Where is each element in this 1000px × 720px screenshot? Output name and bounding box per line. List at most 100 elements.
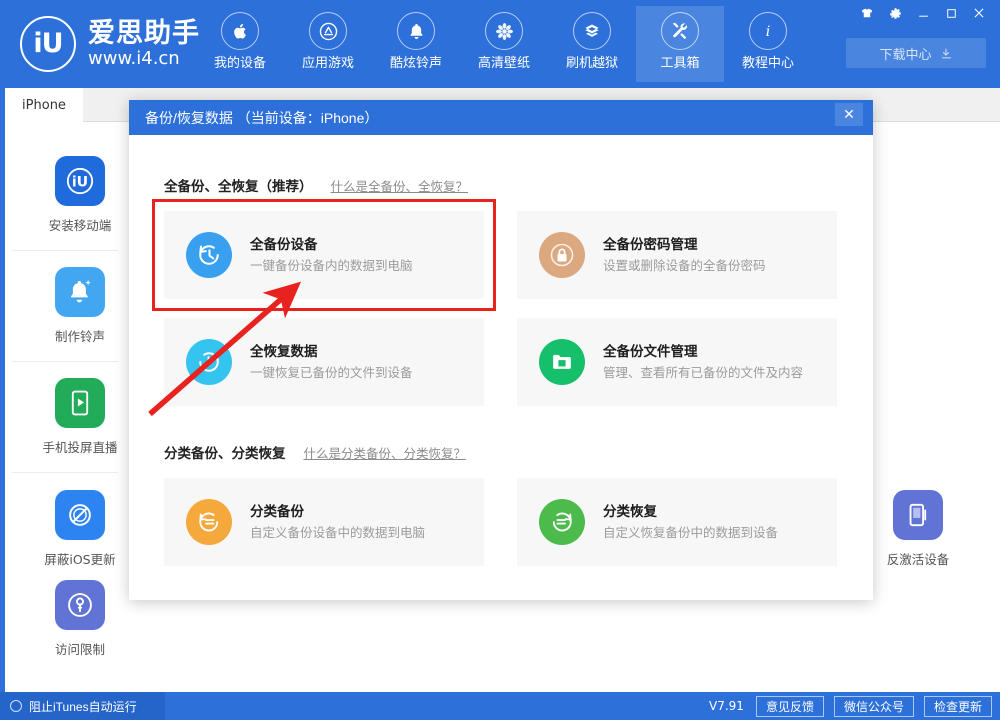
card-text: 全备份设备 一键备份设备内的数据到电脑 xyxy=(250,235,413,276)
sidebar-item-screen-cast[interactable]: 手机投屏直播 xyxy=(20,378,140,456)
sidebar-item-block-ios-update[interactable]: 屏蔽iOS更新 xyxy=(20,490,140,568)
appstore-icon xyxy=(309,12,347,50)
divider xyxy=(12,472,118,473)
wechat-button[interactable]: 微信公众号 xyxy=(834,696,914,717)
card-subtitle: 一键备份设备内的数据到电脑 xyxy=(250,257,413,276)
card-category-backup[interactable]: 分类备份 自定义备份设备中的数据到电脑 xyxy=(164,478,484,566)
card-text: 全备份密码管理 设置或删除设备的全备份密码 xyxy=(603,235,766,276)
sidebar-item-access-restriction[interactable]: 访问限制 xyxy=(20,580,140,658)
nav-item-my-device[interactable]: 我的设备 xyxy=(196,6,284,82)
gear-icon[interactable] xyxy=(882,2,908,24)
nav-item-apps-games[interactable]: 应用游戏 xyxy=(284,6,372,82)
lock-icon xyxy=(539,232,585,278)
feedback-button[interactable]: 意见反馈 xyxy=(756,696,824,717)
block-update-icon xyxy=(55,490,105,540)
brand-name: 爱思助手 xyxy=(88,18,200,48)
check-update-button[interactable]: 检查更新 xyxy=(924,696,992,717)
nav-item-wallpapers[interactable]: 高清壁纸 xyxy=(460,6,548,82)
card-subtitle: 自定义恢复备份中的数据到设备 xyxy=(603,524,778,543)
dialog-title-text: 备份/恢复数据 （当前设备：iPhone） xyxy=(145,108,378,128)
nav-item-flash-jailbreak[interactable]: 刷机越狱 xyxy=(548,6,636,82)
logo-mark-icon: iU xyxy=(20,16,76,72)
sidebar-item-install-mobile[interactable]: iU 安装移动端 xyxy=(20,156,140,234)
section-header-full-backup: 全备份、全恢复（推荐） 什么是全备份、全恢复？ xyxy=(164,175,838,195)
svg-text:iU: iU xyxy=(72,175,88,191)
block-itunes-label: 阻止iTunes自动运行 xyxy=(29,698,137,715)
panel-item-deactivate-device[interactable]: 反激活设备 xyxy=(858,490,978,568)
window-controls xyxy=(854,2,992,24)
brand-url: www.i4.cn xyxy=(88,48,200,70)
section-header-category-backup: 分类备份、分类恢复 什么是分类备份、分类恢复？ xyxy=(164,442,838,462)
section-title: 全备份、全恢复（推荐） xyxy=(164,175,313,195)
nav-label: 教程中心 xyxy=(742,55,794,71)
minimize-button[interactable] xyxy=(910,2,936,24)
section-help-link[interactable]: 什么是全备份、全恢复？ xyxy=(331,176,469,195)
close-button[interactable] xyxy=(966,2,992,24)
card-row-1: 全备份设备 一键备份设备内的数据到电脑 xyxy=(164,211,838,299)
card-subtitle: 一键恢复已备份的文件到设备 xyxy=(250,364,413,383)
nav-label: 应用游戏 xyxy=(302,55,354,71)
download-center-button[interactable]: 下载中心 xyxy=(846,38,986,68)
i4-app-icon: iU xyxy=(55,156,105,206)
box-icon xyxy=(573,12,611,50)
card-subtitle: 设置或删除设备的全备份密码 xyxy=(603,257,766,276)
app-header: iU 爱思助手 www.i4.cn 我的设备 xyxy=(0,0,1000,88)
divider xyxy=(12,250,118,251)
dialog-close-icon[interactable]: ✕ xyxy=(835,103,863,126)
card-text: 全恢复数据 一键恢复已备份的文件到设备 xyxy=(250,342,413,383)
card-row-2: 全恢复数据 一键恢复已备份的文件到设备 全备份文件管理 xyxy=(164,318,838,406)
sidebar-item-label: 安装移动端 xyxy=(49,215,112,234)
category-restore-icon xyxy=(539,499,585,545)
download-icon xyxy=(940,47,953,60)
card-title: 全备份密码管理 xyxy=(603,237,698,252)
sidebar-item-label: 屏蔽iOS更新 xyxy=(44,549,115,568)
card-backup-file-management[interactable]: 全备份文件管理 管理、查看所有已备份的文件及内容 xyxy=(517,318,837,406)
card-subtitle: 管理、查看所有已备份的文件及内容 xyxy=(603,364,803,383)
section-help-link[interactable]: 什么是分类备份、分类恢复？ xyxy=(304,443,467,462)
card-title: 分类恢复 xyxy=(603,504,657,519)
card-subtitle: 自定义备份设备中的数据到电脑 xyxy=(250,524,425,543)
folder-icon xyxy=(539,339,585,385)
card-category-restore[interactable]: 分类恢复 自定义恢复备份中的数据到设备 xyxy=(517,478,837,566)
nav-item-ringtones[interactable]: 酷炫铃声 xyxy=(372,6,460,82)
dialog-title-bar: 备份/恢复数据 （当前设备：iPhone） ✕ xyxy=(129,100,873,135)
restore-clock-icon xyxy=(186,339,232,385)
logo-text: 爱思助手 www.i4.cn xyxy=(88,18,200,70)
screen-cast-icon xyxy=(55,378,105,428)
backup-clock-icon xyxy=(186,232,232,278)
nav-label: 高清壁纸 xyxy=(478,55,530,71)
main-body: iU 安装移动端 制作铃声 手机投屏直播 xyxy=(0,122,1000,692)
app-window: iU 爱思助手 www.i4.cn 我的设备 xyxy=(0,0,1000,720)
card-title: 分类备份 xyxy=(250,504,304,519)
flower-icon xyxy=(485,12,523,50)
card-text: 分类备份 自定义备份设备中的数据到电脑 xyxy=(250,502,425,543)
card-full-restore-data[interactable]: 全恢复数据 一键恢复已备份的文件到设备 xyxy=(164,318,484,406)
sidebar-item-make-ringtone[interactable]: 制作铃声 xyxy=(20,267,140,345)
sidebar-item-label: 制作铃声 xyxy=(55,326,105,345)
maximize-button[interactable] xyxy=(938,2,964,24)
section-title: 分类备份、分类恢复 xyxy=(164,442,286,462)
info-icon: i xyxy=(749,12,787,50)
status-bar: 阻止iTunes自动运行 V7.91 意见反馈 微信公众号 检查更新 xyxy=(0,692,1000,720)
nav-item-tutorials[interactable]: i 教程中心 xyxy=(724,6,812,82)
dialog-body: 全备份、全恢复（推荐） 什么是全备份、全恢复？ 全备 xyxy=(129,135,873,600)
nav-label: 酷炫铃声 xyxy=(390,55,442,71)
download-center-label: 下载中心 xyxy=(879,44,931,63)
card-backup-password-management[interactable]: 全备份密码管理 设置或删除设备的全备份密码 xyxy=(517,211,837,299)
block-itunes-toggle[interactable]: 阻止iTunes自动运行 xyxy=(0,692,165,720)
card-title: 全恢复数据 xyxy=(250,344,318,359)
key-lock-icon xyxy=(55,580,105,630)
category-backup-icon xyxy=(186,499,232,545)
sidebar-item-label: 访问限制 xyxy=(55,639,105,658)
apple-icon xyxy=(221,12,259,50)
version-label: V7.91 xyxy=(709,699,744,713)
panel-item-label: 反激活设备 xyxy=(887,549,950,568)
tab-iphone[interactable]: iPhone xyxy=(5,88,83,122)
card-title: 全备份设备 xyxy=(250,237,318,252)
nav-item-toolbox[interactable]: 工具箱 xyxy=(636,6,724,82)
nav-label: 刷机越狱 xyxy=(566,55,618,71)
bell-plus-icon xyxy=(55,267,105,317)
card-full-backup-device[interactable]: 全备份设备 一键备份设备内的数据到电脑 xyxy=(164,211,484,299)
skin-icon[interactable] xyxy=(854,2,880,24)
svg-text:i: i xyxy=(766,24,771,40)
